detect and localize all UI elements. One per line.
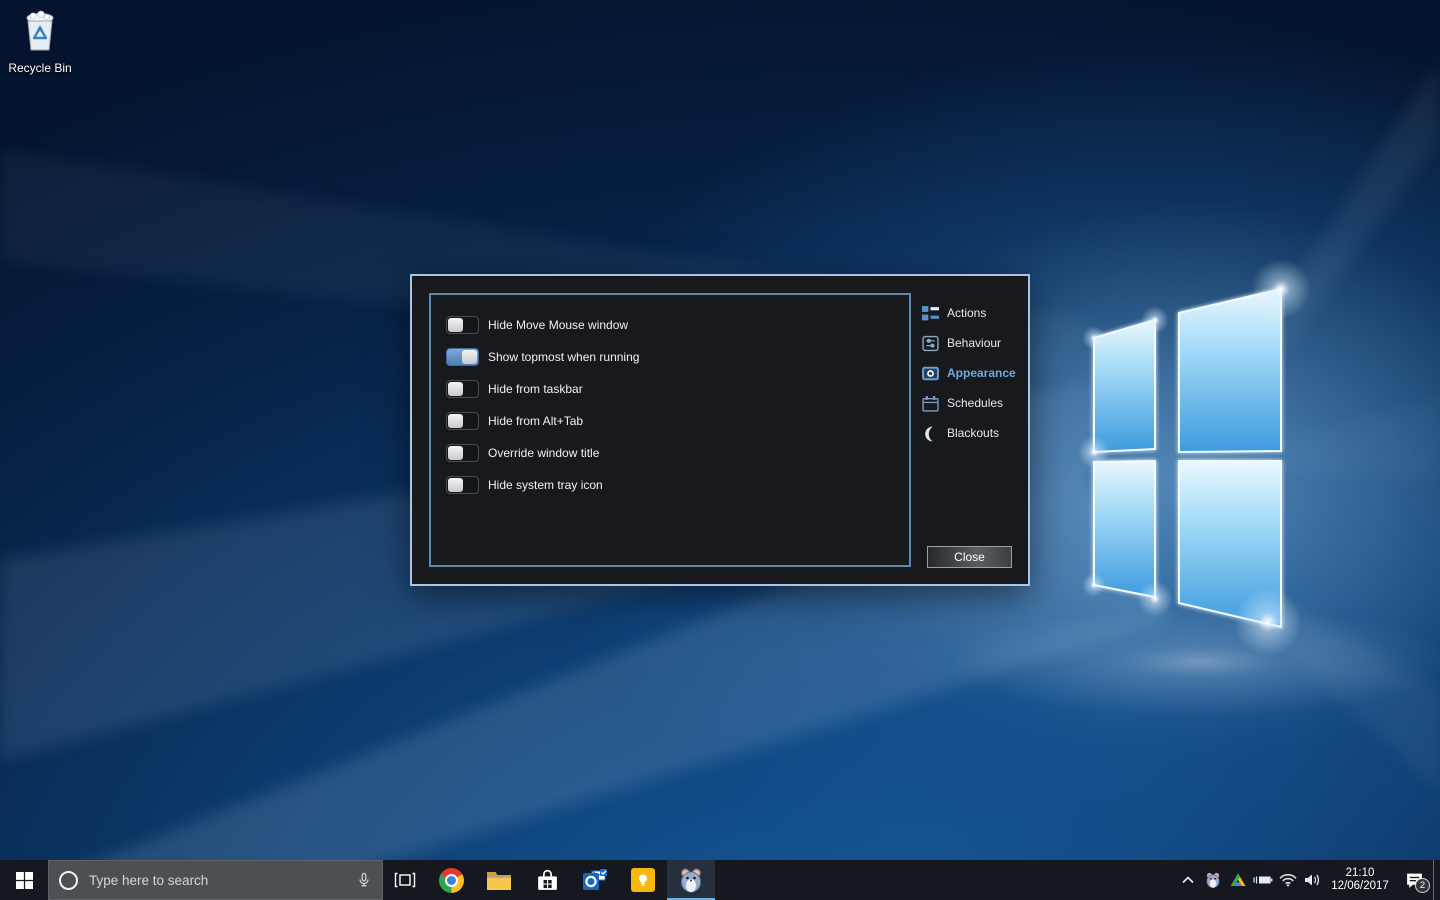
- search-input[interactable]: [87, 872, 347, 889]
- battery-charging-icon: [1252, 874, 1274, 886]
- wifi-icon: [1279, 873, 1297, 887]
- taskbar-app-google-keep[interactable]: [619, 860, 667, 900]
- google-keep-icon: [631, 868, 655, 892]
- taskbar-app-move-mouse[interactable]: [667, 860, 715, 900]
- chrome-icon: [439, 868, 464, 893]
- outlook-icon: [582, 868, 608, 892]
- schedules-icon: [922, 395, 939, 412]
- taskbar-app-file-explorer[interactable]: [475, 860, 523, 900]
- tray-google-drive[interactable]: [1225, 860, 1250, 900]
- toggle-knob: [448, 446, 463, 460]
- setting-row: Hide from taskbar: [431, 373, 909, 405]
- setting-row: Hide system tray icon: [431, 469, 909, 501]
- microphone-icon[interactable]: [356, 872, 372, 888]
- tray-move-mouse[interactable]: [1200, 860, 1225, 900]
- tray-wifi[interactable]: [1275, 860, 1300, 900]
- nav-label: Behaviour: [947, 336, 1001, 350]
- recycle-bin-icon: [19, 8, 61, 54]
- task-view-icon: [394, 872, 416, 888]
- toggle-knob: [448, 478, 463, 492]
- action-center-button[interactable]: 2: [1395, 860, 1433, 900]
- desktop-icon-recycle-bin[interactable]: Recycle Bin: [8, 8, 72, 75]
- nav-label: Appearance: [947, 366, 1016, 380]
- setting-row: Show topmost when running: [431, 341, 909, 373]
- show-desktop-button[interactable]: [1433, 860, 1440, 900]
- tray-battery[interactable]: [1250, 860, 1275, 900]
- setting-row: Override window title: [431, 437, 909, 469]
- behaviour-icon: [922, 335, 939, 352]
- toggle-override-window-title[interactable]: [446, 444, 479, 462]
- nav-item-behaviour[interactable]: Behaviour: [922, 328, 1026, 358]
- setting-label: Override window title: [488, 446, 599, 460]
- clock-time: 21:10: [1325, 867, 1395, 881]
- nav-item-actions[interactable]: Actions: [922, 298, 1026, 328]
- nav-label: Schedules: [947, 396, 1003, 410]
- taskbar-app-chrome[interactable]: [427, 860, 475, 900]
- start-button[interactable]: [0, 860, 48, 900]
- taskbar: 21:10 12/06/2017 2: [0, 860, 1440, 900]
- blackouts-icon: [922, 425, 939, 442]
- toggle-hide-move-mouse-window[interactable]: [446, 316, 479, 334]
- toggle-hide-from-taskbar[interactable]: [446, 380, 479, 398]
- hidden-icons-chevron-button[interactable]: [1175, 860, 1200, 900]
- move-mouse-tray-icon: [1204, 871, 1222, 889]
- setting-label: Hide from taskbar: [488, 382, 583, 396]
- move-mouse-icon: [677, 866, 705, 894]
- taskbar-app-outlook[interactable]: [571, 860, 619, 900]
- toggle-knob: [462, 350, 477, 364]
- file-explorer-icon: [486, 869, 512, 891]
- microsoft-store-icon: [535, 868, 560, 893]
- setting-row: Hide Move Mouse window: [431, 309, 909, 341]
- toggle-hide-system-tray-icon[interactable]: [446, 476, 479, 494]
- desktop: Recycle Bin Hide Move Mouse window Show …: [0, 0, 1440, 900]
- toggle-knob: [448, 414, 463, 428]
- toggle-show-topmost-when-running[interactable]: [446, 348, 479, 366]
- google-drive-icon: [1230, 873, 1246, 887]
- setting-row: Hide from Alt+Tab: [431, 405, 909, 437]
- nav-item-schedules[interactable]: Schedules: [922, 388, 1026, 418]
- system-tray: 21:10 12/06/2017 2: [1175, 860, 1440, 900]
- settings-nav: Actions Behaviour Appearance: [922, 298, 1026, 448]
- taskbar-app-microsoft-store[interactable]: [523, 860, 571, 900]
- setting-label: Hide Move Mouse window: [488, 318, 628, 332]
- setting-label: Hide from Alt+Tab: [488, 414, 583, 428]
- taskbar-search: [48, 860, 383, 900]
- nav-label: Actions: [947, 306, 986, 320]
- tray-clock[interactable]: 21:10 12/06/2017: [1325, 867, 1395, 894]
- clock-date: 12/06/2017: [1325, 880, 1395, 894]
- recycle-bin-label: Recycle Bin: [8, 61, 72, 75]
- nav-item-appearance[interactable]: Appearance: [922, 358, 1026, 388]
- task-view-button[interactable]: [383, 860, 427, 900]
- appearance-icon: [922, 365, 939, 382]
- toggle-knob: [448, 318, 463, 332]
- setting-label: Hide system tray icon: [488, 478, 603, 492]
- windows-logo-icon: [16, 872, 33, 889]
- tray-volume[interactable]: [1300, 860, 1325, 900]
- cortana-icon: [59, 871, 78, 890]
- setting-label: Show topmost when running: [488, 350, 639, 364]
- nav-label: Blackouts: [947, 426, 999, 440]
- actions-icon: [922, 305, 939, 322]
- chevron-up-icon: [1182, 876, 1194, 884]
- toggle-hide-from-alt-tab[interactable]: [446, 412, 479, 430]
- nav-item-blackouts[interactable]: Blackouts: [922, 418, 1026, 448]
- volume-icon: [1304, 873, 1322, 887]
- close-button[interactable]: Close: [927, 546, 1012, 568]
- notification-badge: 2: [1415, 878, 1430, 893]
- appearance-settings-panel: Hide Move Mouse window Show topmost when…: [429, 293, 911, 567]
- toggle-knob: [448, 382, 463, 396]
- move-mouse-settings-window: Hide Move Mouse window Show topmost when…: [410, 274, 1030, 586]
